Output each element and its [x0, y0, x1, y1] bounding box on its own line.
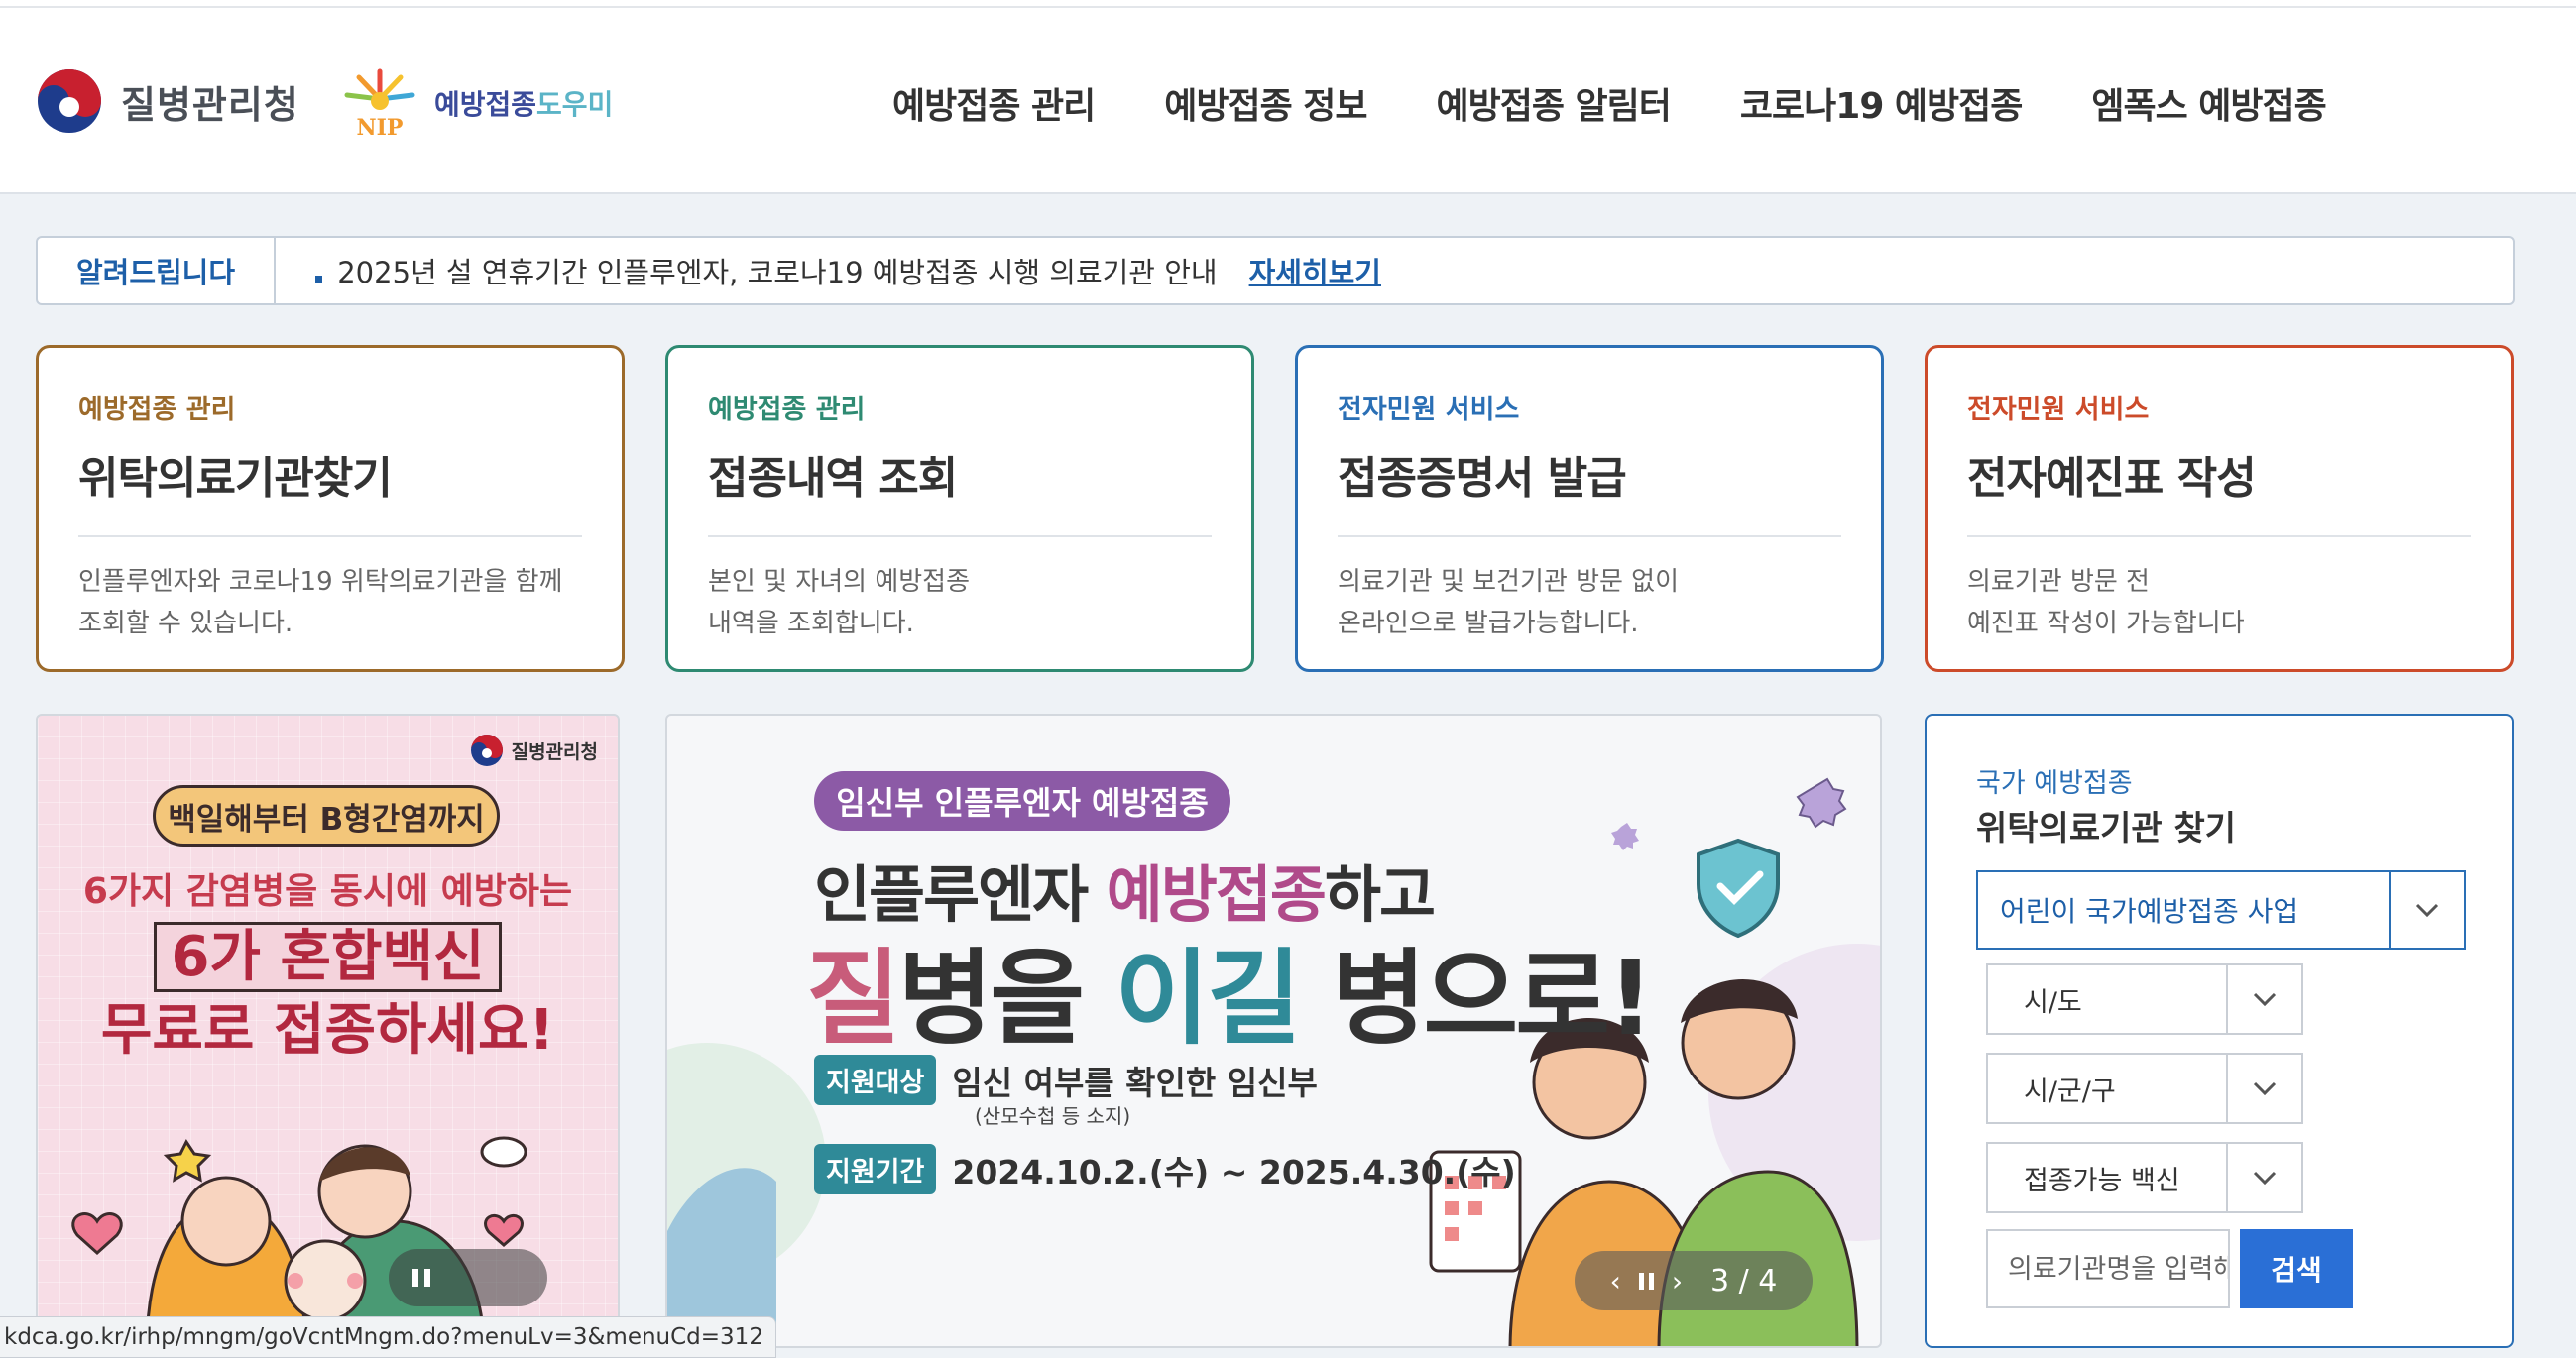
hexavalent-vaccine-banner[interactable]: 질병관리청 백일해부터 B형간염까지 6가지 감염병을 동시에 예방하는 6가 … — [36, 714, 620, 1348]
banner-headline2: 질병을 이길 병으로! — [806, 938, 1654, 1059]
notice-message-row: 2025년 설 연휴기간 인플루엔자, 코로나19 예방접종 시행 의료기관 안… — [276, 250, 1381, 291]
search-row: 검색 — [1986, 1229, 2353, 1308]
card-category: 전자민원 서비스 — [1967, 395, 2150, 425]
target-tag: 지원대상 — [814, 1055, 937, 1105]
nav-item-vaccination-info[interactable]: 예방접종 정보 — [1164, 77, 1367, 129]
bullet-icon — [315, 276, 322, 283]
nip-badge: NIP — [357, 115, 404, 141]
card-find-provider[interactable]: 예방접종 관리 위탁의료기관찾기 인플루엔자와 코로나19 위탁의료기관을 함께… — [36, 345, 625, 672]
nip-logo[interactable]: NIP 예방접종도우미 — [339, 65, 613, 141]
kdca-logo[interactable]: 질병관리청 — [36, 67, 299, 135]
nav-item-vaccination-management[interactable]: 예방접종 관리 — [892, 77, 1096, 129]
region-select[interactable]: 시/도 — [1986, 963, 2303, 1035]
card-category: 예방접종 관리 — [78, 395, 236, 425]
pregnant-flu-vaccine-banner[interactable]: 임신부 인플루엔자 예방접종 인플루엔자 예방접종하고 질병을 이길 병으로! … — [665, 714, 1882, 1348]
nip-name: 예방접종도우미 — [434, 88, 614, 121]
banner-pill: 임신부 인플루엔자 예방접종 — [814, 771, 1230, 831]
provider-finder-panel: 국가 예방접종 위탁의료기관 찾기 어린이 국가예방접종 사업 시/도 시/군/… — [1925, 714, 2514, 1348]
card-e-questionnaire[interactable]: 전자민원 서비스 전자예진표 작성 의료기관 방문 전 예진표 작성이 가능합니… — [1925, 345, 2514, 672]
main-nav: 예방접종 관리 예방접종 정보 예방접종 알림터 코로나19 예방접종 엠폭스 … — [892, 77, 2327, 129]
district-select[interactable]: 시/군/구 — [1986, 1053, 2303, 1124]
banner-org: 질병관리청 — [470, 734, 598, 767]
notice-more-link[interactable]: 자세히보기 — [1249, 250, 1381, 291]
banner-target-row: 지원대상 임신 여부를 확인한 임신부 — [814, 1055, 1318, 1105]
card-title: 접종내역 조회 — [708, 453, 958, 504]
card-title: 위탁의료기관찾기 — [78, 453, 393, 504]
card-certificate-issue[interactable]: 전자민원 서비스 접종증명서 발급 의료기관 및 보건기관 방문 없이 온라인으… — [1295, 345, 1884, 672]
top-border — [0, 0, 2576, 8]
status-bar-url: kdca.go.kr/irhp/mngm/goVcntMngm.do?menuL… — [0, 1316, 776, 1358]
card-title: 접종증명서 발급 — [1338, 453, 1627, 504]
nip-sun-icon: NIP — [344, 68, 415, 141]
period-tag: 지원기간 — [814, 1144, 937, 1194]
card-description: 인플루엔자와 코로나19 위탁의료기관을 함께 조회할 수 있습니다. — [78, 567, 563, 638]
banner-left-controls — [389, 1249, 547, 1306]
page-counter: 3 / 4 — [1710, 1263, 1778, 1299]
next-arrow-icon[interactable]: › — [1672, 1265, 1683, 1298]
card-description: 본인 및 자녀의 예방접종 내역을 조회합니다. — [708, 567, 970, 638]
card-divider — [1967, 535, 2471, 537]
nav-item-mpox-vaccination[interactable]: 엠폭스 예방접종 — [2091, 77, 2326, 129]
program-select[interactable]: 어린이 국가예방접종 사업 — [1976, 870, 2466, 950]
target-subnote: (산모수첩 등 소지) — [975, 1104, 1131, 1128]
provider-search-input[interactable] — [1986, 1229, 2230, 1308]
finder-subtitle: 국가 예방접종 — [1976, 768, 2133, 799]
card-divider — [708, 535, 1212, 537]
notice-tag: 알려드립니다 — [38, 238, 276, 303]
chevron-down-icon[interactable] — [2226, 1144, 2301, 1211]
prev-arrow-icon[interactable]: ‹ — [1610, 1265, 1621, 1298]
pause-icon[interactable] — [407, 1263, 436, 1293]
target-value: 임신 여부를 확인한 임신부 — [952, 1063, 1318, 1102]
card-description: 의료기관 방문 전 예진표 작성이 가능합니다 — [1967, 567, 2245, 638]
banner-line1: 6가지 감염병을 동시에 예방하는 — [82, 871, 573, 912]
card-category: 전자민원 서비스 — [1338, 395, 1520, 425]
period-value: 2024.10.2.(수) ~ 2025.4.30.(수) — [952, 1152, 1516, 1191]
family-illustration-icon — [71, 1136, 527, 1346]
chevron-down-icon[interactable] — [2389, 872, 2464, 948]
pause-icon[interactable] — [1638, 1272, 1654, 1290]
banner-period-row: 지원기간 2024.10.2.(수) ~ 2025.4.30.(수) — [814, 1144, 1516, 1194]
card-title: 전자예진표 작성 — [1967, 453, 2257, 504]
nav-item-covid19-vaccination[interactable]: 코로나19 예방접종 — [1740, 77, 2023, 129]
kdca-emblem-icon — [470, 735, 503, 766]
chevron-down-icon[interactable] — [2226, 965, 2301, 1033]
org-name: 질병관리청 — [121, 82, 299, 127]
notice-message[interactable]: 2025년 설 연휴기간 인플루엔자, 코로나19 예방접종 시행 의료기관 안… — [315, 250, 1218, 291]
banner-pill: 백일해부터 B형간염까지 — [153, 785, 500, 847]
banner-pager: ‹ › 3 / 4 — [1575, 1251, 1813, 1310]
card-description: 의료기관 및 보건기관 방문 없이 온라인으로 발급가능합니다. — [1338, 567, 1680, 638]
card-divider — [78, 535, 582, 537]
nav-item-vaccination-notice[interactable]: 예방접종 알림터 — [1437, 77, 1672, 129]
search-button[interactable]: 검색 — [2240, 1229, 2353, 1308]
banner-line2: 6가 혼합백신 — [38, 912, 618, 992]
site-header: 질병관리청 NIP 예방접종도우미 예방접종 관리 예방접종 정보 예방접종 알… — [0, 8, 2576, 194]
vaccine-select[interactable]: 접종가능 백신 — [1986, 1142, 2303, 1213]
notice-bar: 알려드립니다 2025년 설 연휴기간 인플루엔자, 코로나19 예방접종 시행… — [36, 236, 2515, 305]
card-vaccination-history[interactable]: 예방접종 관리 접종내역 조회 본인 및 자녀의 예방접종 내역을 조회합니다. — [665, 345, 1254, 672]
finder-title: 위탁의료기관 찾기 — [1976, 809, 2237, 849]
card-divider — [1338, 535, 1841, 537]
kdca-emblem-icon — [38, 69, 101, 133]
banner-line3: 무료로 접종하세요! — [100, 998, 555, 1063]
card-category: 예방접종 관리 — [708, 395, 866, 425]
chevron-down-icon[interactable] — [2226, 1055, 2301, 1122]
